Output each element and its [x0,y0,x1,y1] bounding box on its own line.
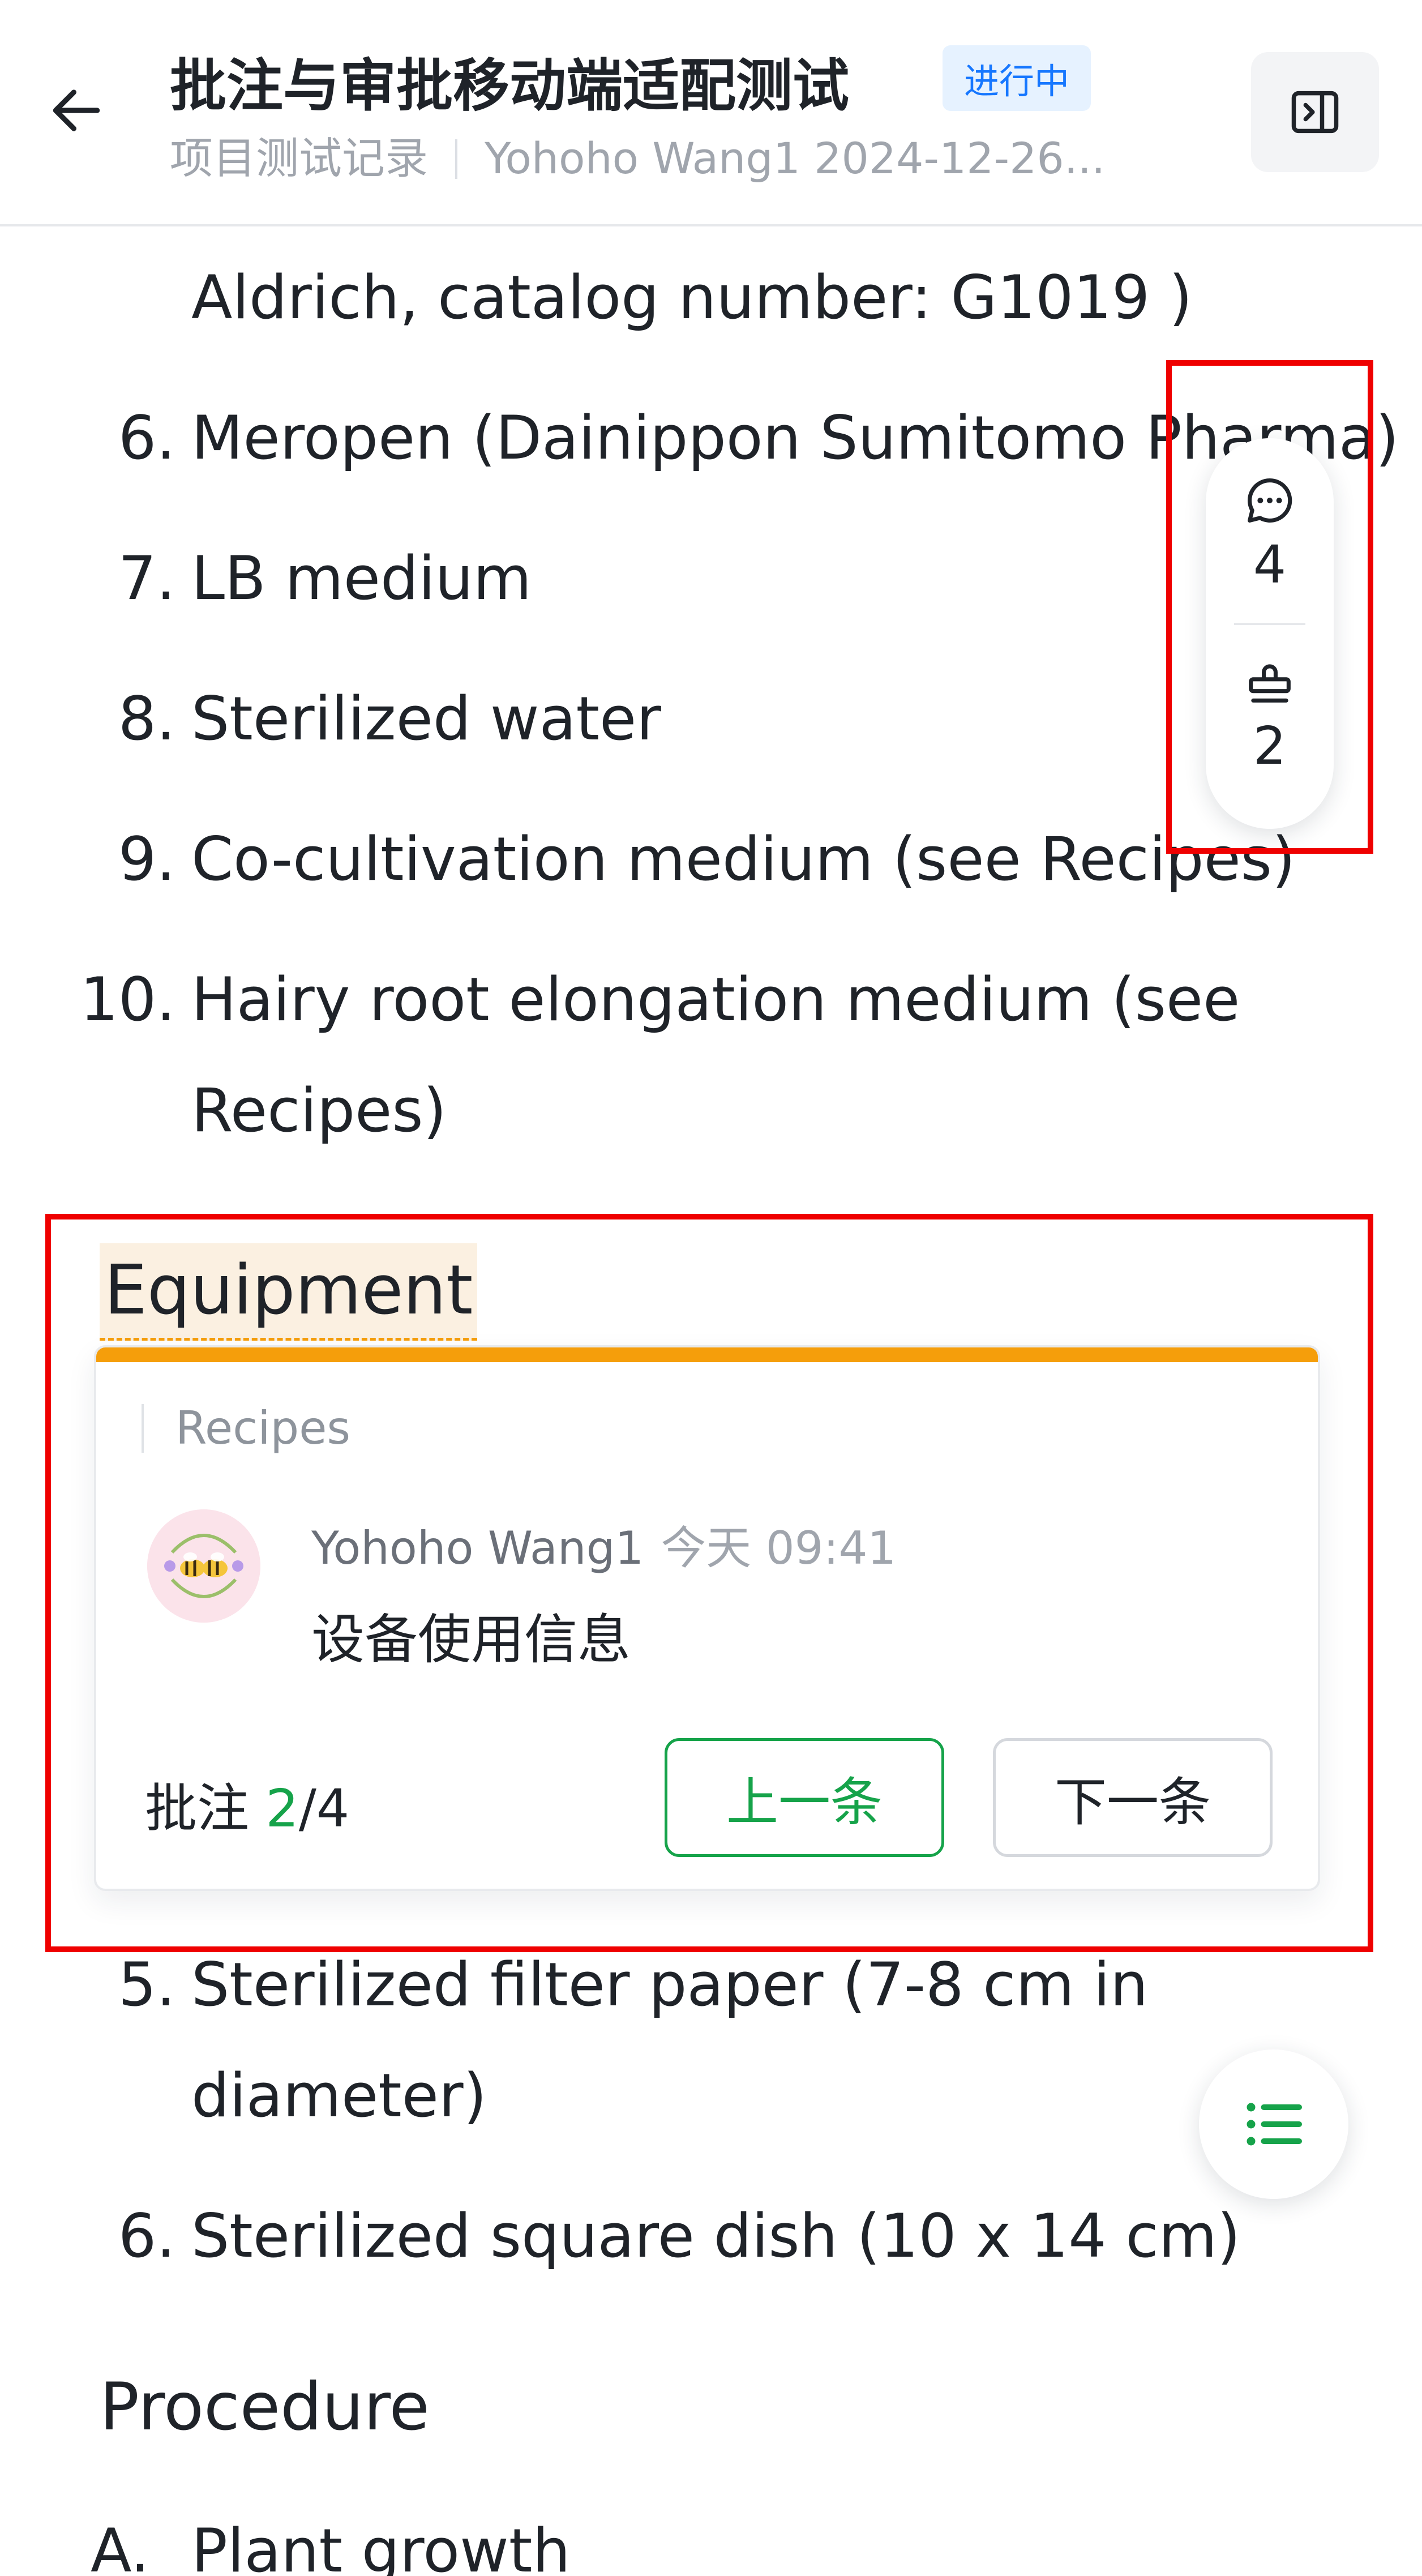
sub-heading-number: A. [91,2516,150,2576]
page-subtitle: 项目测试记录 Yohoho Wang1 2024-12-26... [170,123,1132,186]
annotated-heading-equipment[interactable]: Equipment [100,1243,478,1341]
list-number: 9. [118,824,175,894]
avatar-bees [147,1509,260,1623]
toc-button[interactable] [1199,2049,1348,2199]
previous-annotation-button[interactable]: 上一条 [665,1738,944,1857]
avatar [147,1509,260,1623]
author-name: Yohoho Wang1 [311,1522,644,1574]
list-item-text: LB medium [191,544,532,613]
separator [455,139,457,179]
annotation-quote: Recipes [142,1404,350,1453]
page-title: 批注与审批移动端适配测试 [170,53,849,119]
comment-icon [1248,478,1292,523]
list-item-continuation: Recipes) [191,1076,447,1145]
approvals-counter-button[interactable]: 2 [1206,625,1334,829]
list-item-text: Sterilized water [191,684,661,754]
counter-current: 2 [265,1778,299,1839]
annotation-time: 今天 09:41 [661,1522,897,1574]
list-number: 6. [118,2201,175,2271]
counter-total: /4 [298,1778,350,1839]
comments-count: 4 [1253,534,1287,595]
annotation-text: 设备使用信息 [311,1609,631,1671]
list-number: 10. [80,965,175,1034]
status-badge: 进行中 [943,45,1091,111]
author-date-meta: Yohoho Wang1 2024-12-26... [485,133,1106,183]
list-item-text: Sterilized square dish (10 x 14 cm) [191,2201,1241,2271]
approvals-count: 2 [1253,716,1287,776]
annotation-counter: 批注 2/4 [145,1766,349,1842]
next-annotation-button[interactable]: 下一条 [993,1738,1273,1857]
section-heading-procedure: Procedure [100,2369,430,2445]
side-panel-toggle-button[interactable] [1251,52,1379,172]
list-item-continuation: diameter) [191,2061,487,2130]
toc-list-icon [1247,2103,1302,2146]
top-bar: 批注与审批移动端适配测试 进行中 项目测试记录 Yohoho Wang1 2024… [0,0,1422,226]
breadcrumb[interactable]: 项目测试记录 [170,133,428,183]
list-item-text: Co-cultivation medium (see Recipes) [191,824,1296,894]
list-number: 6. [118,403,175,473]
list-number: 8. [118,684,175,754]
comments-counter-button[interactable]: 4 [1206,438,1334,623]
counter-label: 批注 [145,1778,250,1839]
floating-counter-pill: 4 2 [1206,438,1334,829]
list-item-text: Hairy root elongation medium (see [191,965,1240,1034]
back-arrow-icon [53,89,100,131]
stamp-icon [1249,664,1291,703]
list-number: 7. [118,544,175,613]
annotation-popover: Recipes Yohoho Wang1 今天 09:41 设备使用信息 批注 2… [94,1345,1320,1891]
sub-heading-text: Plant growth [191,2516,571,2576]
list-item-text: Sterilized filter paper (7-8 cm in [191,1950,1149,2019]
back-button[interactable] [40,74,113,147]
list-number: 5. [118,1950,175,2019]
list-item-continuation: Aldrich, catalog number: G1019 ) [191,263,1193,332]
annotation-color-bar [96,1347,1318,1362]
panel-toggle-icon [1291,91,1339,134]
annotation-author: Yohoho Wang1 今天 09:41 [311,1512,896,1577]
